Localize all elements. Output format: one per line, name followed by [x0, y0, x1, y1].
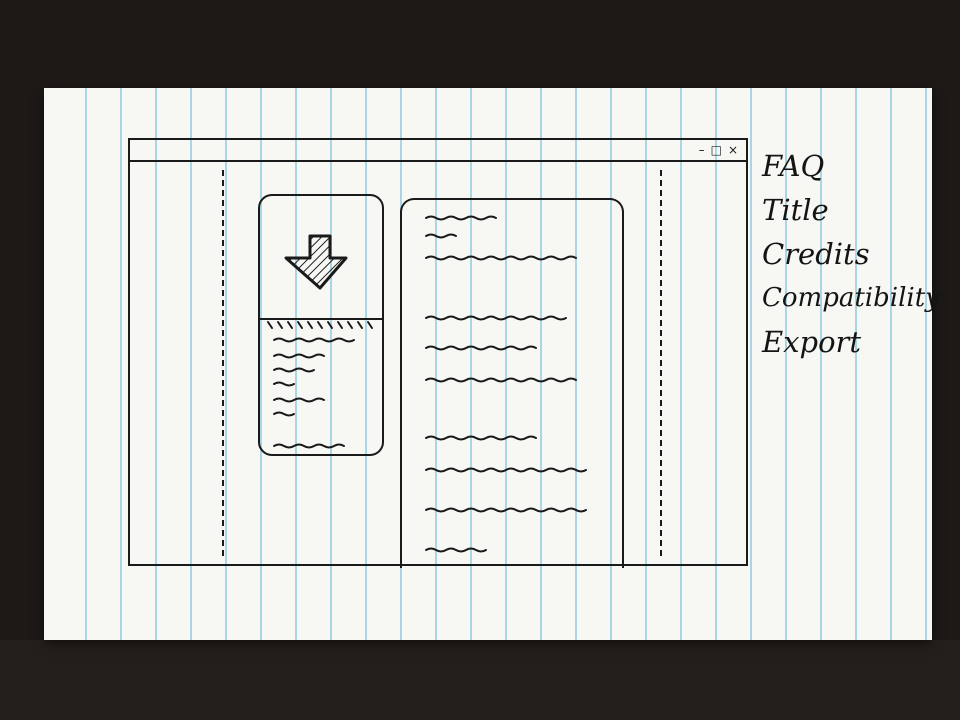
side-menu: FAQ Title Credits Compatibility Export [762, 144, 940, 364]
download-card-image [260, 196, 382, 320]
maximize-button[interactable]: □ [711, 143, 722, 157]
desk-surface [0, 640, 960, 720]
app-window: – □ × [128, 138, 748, 568]
menu-item-compatibility[interactable]: Compatibility [762, 276, 940, 320]
menu-item-faq[interactable]: FAQ [762, 144, 922, 188]
left-column-divider [222, 170, 224, 556]
download-arrow-icon[interactable] [260, 196, 382, 318]
content-text-lines [425, 215, 587, 553]
window-controls: – □ × [699, 142, 738, 158]
minimize-button[interactable]: – [699, 143, 705, 157]
menu-item-credits[interactable]: Credits [762, 232, 922, 276]
menu-item-title[interactable]: Title [762, 188, 922, 232]
window-titlebar: – □ × [130, 140, 746, 162]
content-card [400, 198, 624, 568]
close-button[interactable]: × [728, 143, 738, 157]
download-card[interactable] [258, 194, 384, 456]
right-column-divider [660, 170, 662, 556]
download-card-text-lines [273, 337, 355, 449]
menu-item-export[interactable]: Export [762, 320, 922, 364]
